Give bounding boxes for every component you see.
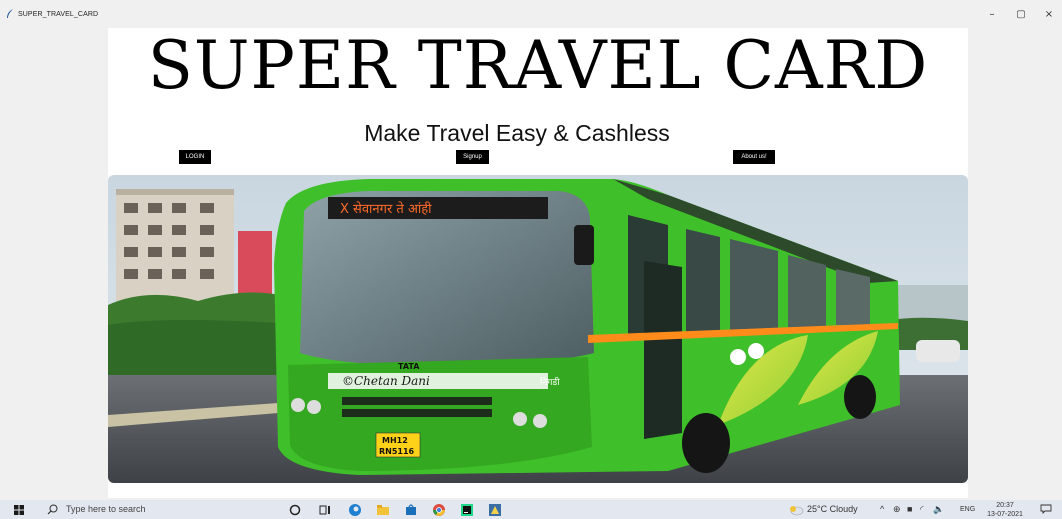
taskbar: Type here to search 25°C Cloudy ^ ⊕ ■ ◜ … — [0, 500, 1062, 519]
window-title: SUPER_TRAVEL_CARD — [18, 11, 99, 18]
taskbar-clock[interactable]: 20:37 13-07-2021 — [985, 501, 1025, 519]
search-icon — [47, 504, 58, 515]
license-plate-line2: RN5116 — [379, 447, 415, 456]
windows-start-icon[interactable] — [14, 505, 24, 515]
store-icon[interactable] — [404, 503, 418, 517]
edge-browser-icon[interactable] — [348, 503, 362, 517]
task-view-icon[interactable] — [318, 503, 332, 517]
tata-logo: TATA — [398, 362, 420, 371]
tagline: Make Travel Easy & Cashless — [364, 120, 670, 146]
python-app-icon[interactable] — [488, 503, 502, 517]
photo-watermark: ©Chetan Dani — [342, 374, 430, 388]
clock-time: 20:37 — [996, 502, 1014, 509]
network-icon[interactable]: ⊕ — [893, 504, 901, 515]
login-button[interactable]: LOGIN — [179, 150, 211, 164]
notification-icon[interactable] — [1040, 504, 1052, 514]
pycharm-icon[interactable] — [460, 503, 474, 517]
cortana-icon[interactable] — [288, 503, 302, 517]
language-indicator[interactable]: ENG — [960, 506, 975, 513]
page-title: SUPER TRAVEL CARD — [147, 27, 929, 104]
bus-destination-sign: X सेवानगर ते आंही — [340, 201, 432, 217]
weather-text[interactable]: 25°C Cloudy — [807, 504, 858, 514]
maximize-button[interactable]: ▢ — [1014, 8, 1028, 22]
volume-icon[interactable]: 🔈 — [933, 504, 944, 515]
bus-photo: X सेवानगर ते आंही ©Chetan Dani TATA निगड… — [108, 175, 968, 483]
clock-date: 13-07-2021 — [987, 511, 1023, 518]
battery-icon[interactable]: ■ — [907, 504, 912, 514]
signup-button[interactable]: Signup — [456, 150, 489, 164]
chrome-icon[interactable] — [432, 503, 446, 517]
weather-cloudy-icon[interactable] — [788, 503, 804, 517]
close-button[interactable]: × — [1042, 8, 1056, 22]
search-placeholder: Type here to search — [66, 504, 146, 514]
chevron-up-icon[interactable]: ^ — [880, 504, 884, 514]
taskbar-search-box[interactable]: Type here to search — [35, 500, 265, 519]
wifi-icon[interactable]: ◜ — [920, 504, 924, 515]
feather-icon — [7, 9, 13, 18]
bus-side-text: निगडी — [540, 376, 560, 388]
app-window: SUPER TRAVEL CARD Make Travel Easy & Cas… — [108, 28, 968, 498]
file-explorer-icon[interactable] — [376, 503, 390, 517]
minimize-button[interactable]: – — [985, 8, 999, 22]
license-plate-line1: MH12 — [382, 436, 408, 445]
window-titlebar: SUPER_TRAVEL_CARD – ▢ × — [0, 0, 1062, 28]
about-us-button[interactable]: About us! — [733, 150, 775, 164]
